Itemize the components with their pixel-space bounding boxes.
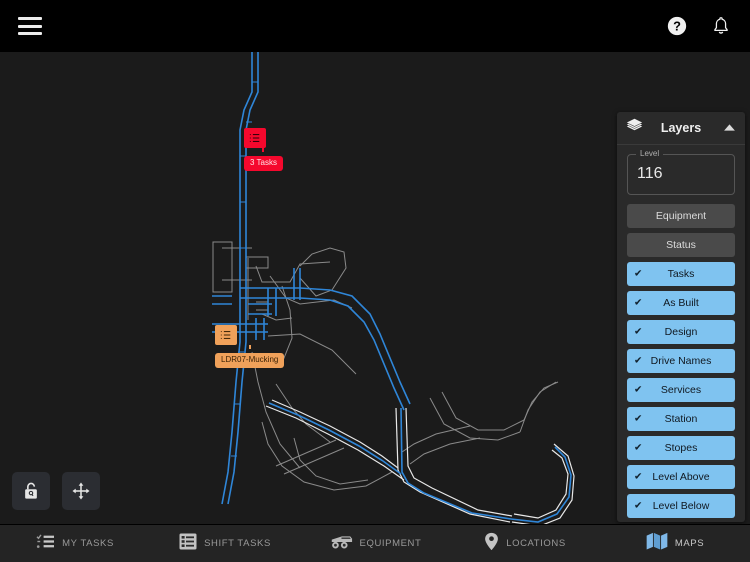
- layer-toggle-stopes[interactable]: ✔ Stopes: [627, 436, 735, 460]
- layer-toggle-design[interactable]: ✔ Design: [627, 320, 735, 344]
- map-marker-tasks[interactable]: 3 Tasks: [244, 128, 283, 171]
- map-pin-icon: [484, 532, 499, 556]
- layer-label: Equipment: [655, 210, 707, 222]
- level-selector[interactable]: Level 116: [617, 145, 745, 199]
- truck-icon: [329, 533, 353, 555]
- nav-label: EQUIPMENT: [359, 538, 422, 549]
- hamburger-menu-icon[interactable]: [18, 17, 42, 35]
- check-icon: ✔: [634, 268, 643, 280]
- nav-label: SHIFT TASKS: [204, 538, 271, 549]
- nav-label: MY TASKS: [62, 538, 114, 549]
- map-canvas[interactable]: 3 Tasks LDR07-Mucking Layers Level 116 E…: [0, 52, 750, 524]
- check-icon: ✔: [634, 297, 643, 309]
- layer-toggle-equipment[interactable]: Equipment: [627, 204, 735, 228]
- level-field[interactable]: Level 116: [627, 149, 735, 195]
- move-arrows-icon: [72, 482, 90, 500]
- layer-label: Level Above: [652, 471, 710, 483]
- nav-item-maps[interactable]: MAPS: [600, 532, 750, 555]
- layer-label: Station: [664, 413, 698, 425]
- lock-toggle-button[interactable]: [12, 472, 50, 510]
- task-list-icon: [244, 128, 266, 148]
- check-icon: ✔: [634, 355, 643, 367]
- layer-label: Drive Names: [650, 355, 712, 367]
- layer-toggle-status[interactable]: Status: [627, 233, 735, 257]
- svg-text:?: ?: [673, 19, 681, 34]
- chevron-up-icon[interactable]: [723, 119, 736, 137]
- nav-label: MAPS: [674, 538, 705, 549]
- bell-icon[interactable]: [710, 15, 732, 37]
- layer-toggle-as-built[interactable]: ✔ As Built: [627, 291, 735, 315]
- layers-panel-title: Layers: [660, 121, 702, 135]
- map-marker-equipment[interactable]: LDR07-Mucking: [215, 325, 285, 368]
- nav-item-shift-tasks[interactable]: SHIFT TASKS: [150, 533, 300, 555]
- check-icon: ✔: [634, 413, 643, 425]
- layer-toggle-station[interactable]: ✔ Station: [627, 407, 735, 431]
- level-field-legend: Level: [636, 149, 664, 158]
- checklist-icon: [36, 533, 55, 555]
- map-marker-label: 3 Tasks: [244, 156, 283, 171]
- layer-toggle-drive-names[interactable]: ✔ Drive Names: [627, 349, 735, 373]
- nav-item-equipment[interactable]: EQUIPMENT: [300, 533, 450, 555]
- map-tool-group: [12, 472, 100, 510]
- map-fold-icon: [646, 532, 668, 555]
- top-app-bar: ?: [0, 0, 750, 52]
- layer-label: Status: [666, 239, 696, 251]
- layer-label: Level Below: [652, 500, 710, 512]
- layer-label: Design: [664, 326, 698, 338]
- marker-stem: [248, 345, 251, 349]
- layer-toggle-level-above[interactable]: ✔ Level Above: [627, 465, 735, 489]
- layer-label: Services: [660, 384, 702, 396]
- bottom-navigation-bar: MY TASKS SHIFT TASKS EQUIPMENT LOCATIONS…: [0, 524, 750, 562]
- layer-label: As Built: [663, 297, 699, 309]
- app-root: ? 3 Tasks LDR07-Mucking Layers Level 116…: [0, 0, 750, 562]
- pan-mode-button[interactable]: [62, 472, 100, 510]
- check-icon: ✔: [634, 471, 643, 483]
- layer-toggle-list: Equipment Status ✔ Tasks ✔ As Built ✔ De…: [617, 199, 745, 518]
- nav-item-my-tasks[interactable]: MY TASKS: [0, 533, 150, 555]
- check-icon: ✔: [634, 326, 643, 338]
- nav-item-locations[interactable]: LOCATIONS: [450, 532, 600, 556]
- level-field-value: 116: [637, 165, 663, 182]
- help-circle-icon[interactable]: ?: [666, 15, 688, 37]
- layer-toggle-level-below[interactable]: ✔ Level Below: [627, 494, 735, 518]
- nav-label: LOCATIONS: [506, 538, 566, 549]
- layer-label: Tasks: [667, 268, 695, 280]
- layers-panel-header[interactable]: Layers: [617, 112, 745, 145]
- check-icon: ✔: [634, 384, 643, 396]
- unlock-padlock-icon: [25, 482, 37, 499]
- marker-stem: [262, 148, 265, 152]
- check-icon: ✔: [634, 442, 643, 454]
- layers-panel: Layers Level 116 Equipment Status ✔ Task…: [617, 112, 745, 522]
- check-icon: ✔: [634, 500, 643, 512]
- list-box-icon: [179, 533, 197, 555]
- layer-label: Stopes: [664, 442, 698, 454]
- map-marker-label: LDR07-Mucking: [215, 353, 285, 368]
- layer-toggle-services[interactable]: ✔ Services: [627, 378, 735, 402]
- layer-toggle-tasks[interactable]: ✔ Tasks: [627, 262, 735, 286]
- task-list-icon: [215, 325, 237, 345]
